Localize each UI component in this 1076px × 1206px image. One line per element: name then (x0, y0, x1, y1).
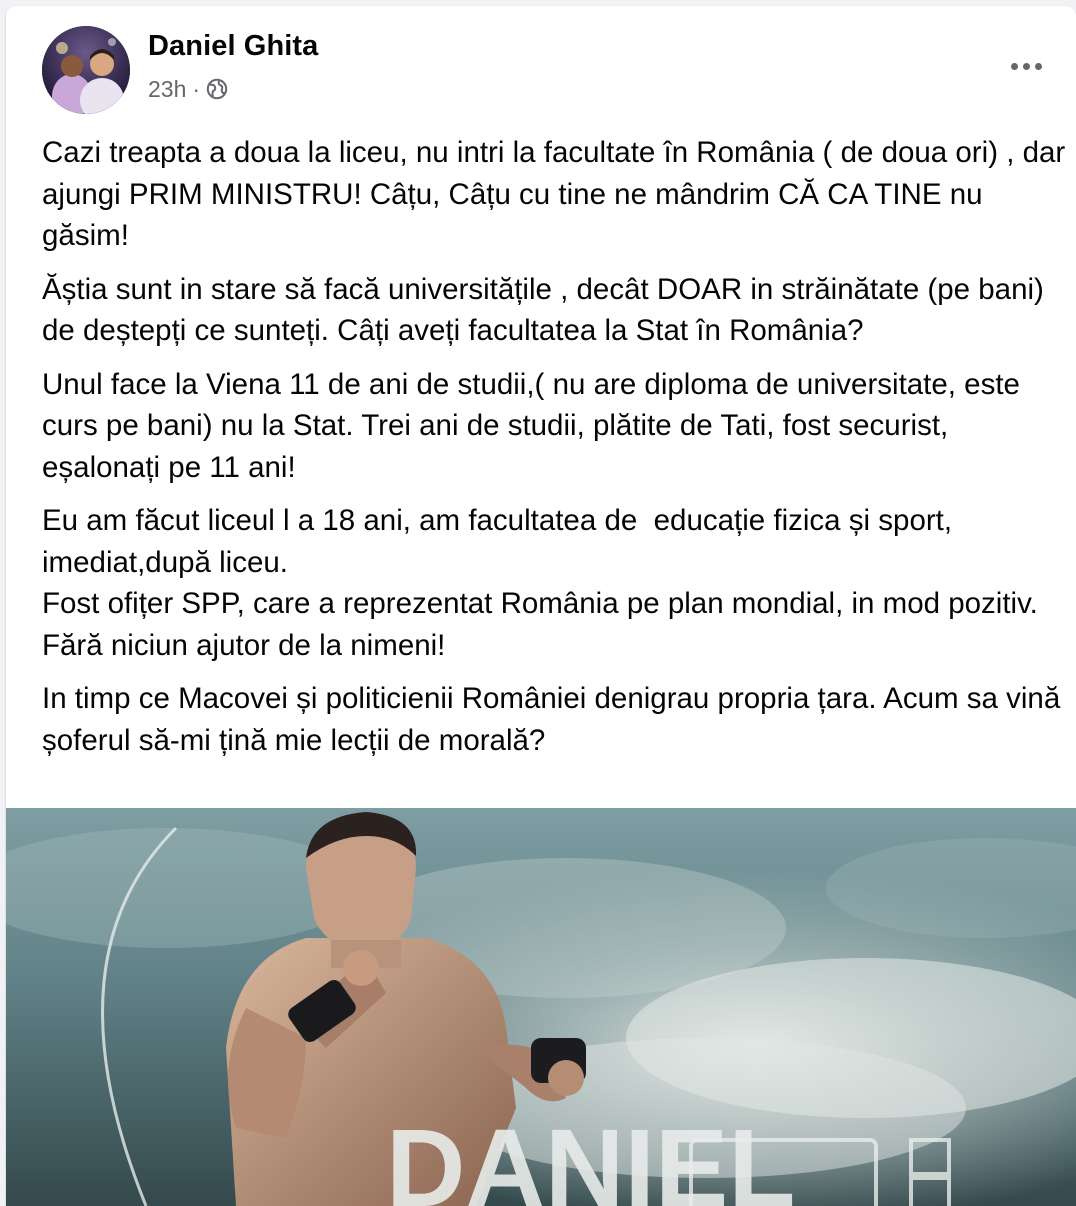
post-body: Cazi treapta a doua la liceu, nu intri l… (42, 132, 1072, 773)
post-header: Daniel Ghita 23h · (6, 6, 1076, 116)
post-paragraph: Cazi treapta a doua la liceu, nu intri l… (42, 136, 1074, 252)
post-meta: 23h · (148, 76, 228, 102)
post-paragraph: In timp ce Macovei și politicienii Român… (42, 682, 1069, 757)
post-paragraph: Unul face la Viena 11 de ani de studii,(… (42, 367, 1029, 484)
post-image[interactable]: DANIEL (6, 808, 1076, 1206)
more-horizontal-icon (1010, 62, 1042, 70)
more-options-button[interactable] (1000, 46, 1052, 86)
author-name[interactable]: Daniel Ghita (148, 30, 318, 63)
post-timestamp[interactable]: 23h (148, 76, 186, 103)
avatar[interactable] (42, 26, 130, 114)
post-card: Daniel Ghita 23h · Cazi treapta a doua l… (6, 6, 1076, 1206)
post-paragraph: Ăștia sunt in stare să facă universități… (42, 272, 1053, 348)
meta-separator: · (192, 75, 201, 102)
globe-icon[interactable] (206, 78, 228, 100)
post-paragraph: Eu am făcut liceul l a 18 ani, am facult… (42, 504, 1038, 662)
svg-text:DANIEL: DANIEL (386, 1107, 795, 1206)
